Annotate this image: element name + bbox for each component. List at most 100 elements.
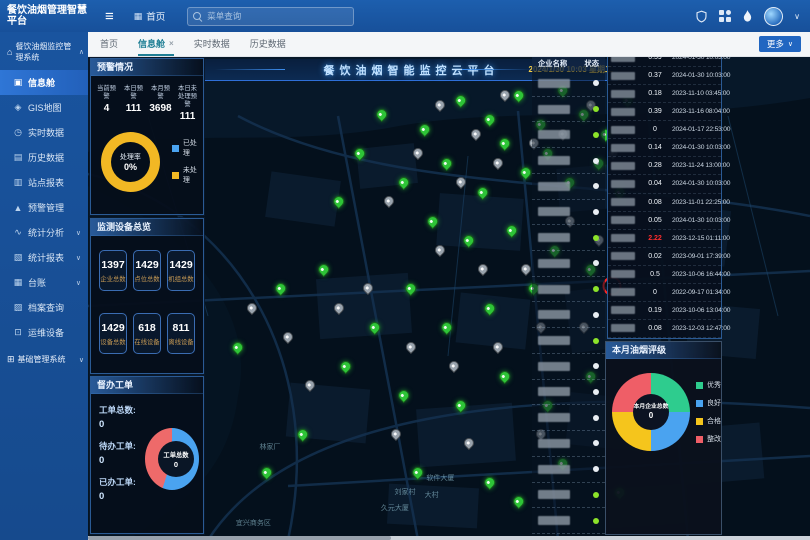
chevron-down-icon[interactable]: ∨ xyxy=(794,12,800,21)
sidebar-item-gis-map[interactable]: ◈ GIS地图 xyxy=(0,95,88,120)
workorder-stat-value: 0 xyxy=(99,419,145,430)
realtime-row[interactable]: 0.142024-01-30 10:03:00 xyxy=(608,139,721,157)
avatar[interactable] xyxy=(764,7,783,26)
flame-icon[interactable] xyxy=(742,10,753,23)
company-row[interactable] xyxy=(532,251,605,277)
realtime-row[interactable]: 0.022023-09-01 17:39:00 xyxy=(608,248,721,266)
more-button[interactable]: 更多 ∨ xyxy=(759,36,801,52)
realtime-row[interactable]: 0.392023-11-16 08:04:00 xyxy=(608,103,721,121)
redacted-company-name xyxy=(538,105,570,114)
sidebar-group-monitoring[interactable]: ⌂ 餐饮油烟监控管理系统 ∧ xyxy=(0,32,88,70)
company-row[interactable] xyxy=(532,277,605,303)
sidebar-item-realtime-data[interactable]: ◷实时数据 xyxy=(0,120,88,145)
reading-time: 2023-11-24 13:00:00 xyxy=(672,162,730,169)
apps-icon[interactable] xyxy=(719,10,731,22)
sidebar-item-label: 信息舱 xyxy=(28,76,55,89)
legend-item: 良好 xyxy=(696,398,721,408)
status-dot-off xyxy=(593,183,599,189)
home-icon: ⌂ xyxy=(7,47,12,57)
company-row[interactable] xyxy=(532,71,605,97)
tab-home[interactable]: 首页 xyxy=(100,32,118,56)
company-row[interactable] xyxy=(532,457,605,483)
workorder-stat-value: 0 xyxy=(99,491,145,502)
donut-center-label: 处理率 xyxy=(120,152,141,162)
realtime-row[interactable]: 0.052024-01-30 10:03:00 xyxy=(608,212,721,230)
company-row[interactable] xyxy=(532,405,605,431)
realtime-row[interactable]: 0.042024-01-30 10:03:00 xyxy=(608,175,721,193)
company-row[interactable] xyxy=(532,148,605,174)
company-row[interactable] xyxy=(532,354,605,380)
company-row[interactable] xyxy=(532,508,605,534)
company-row[interactable] xyxy=(532,200,605,226)
realtime-company-cell xyxy=(608,288,638,296)
company-row[interactable] xyxy=(532,302,605,328)
realtime-row[interactable]: 0.082023-12-03 12:47:00 xyxy=(608,320,721,338)
realtime-row[interactable]: 2.222023-12-15 01:11:00 xyxy=(608,230,721,248)
realtime-row[interactable]: 0.082023-11-01 22:25:00 xyxy=(608,194,721,212)
legend-swatch xyxy=(696,418,703,425)
legend-label: 未处理 xyxy=(183,165,203,185)
sidebar-item-stat-report[interactable]: ▧统计报表∨ xyxy=(0,245,88,270)
legend-label: 整改 xyxy=(707,434,721,444)
shield-icon[interactable] xyxy=(695,10,708,23)
sidebar-group-base-system[interactable]: ⊞ 基础管理系统 ∨ xyxy=(0,345,88,372)
reading-time: 2024-01-30 10:03:00 xyxy=(672,72,730,79)
sidebar-item-label: 站点报表 xyxy=(28,176,64,189)
tab-history-data[interactable]: 历史数据 xyxy=(250,32,286,56)
device-stat-value: 1429 xyxy=(134,259,160,271)
sidebar-item-archive-query[interactable]: ▨档案查询 xyxy=(0,295,88,320)
tab-realtime-data[interactable]: 实时数据 xyxy=(194,32,230,56)
sidebar-item-station-report[interactable]: ▥站点报表 xyxy=(0,170,88,195)
sidebar-item-warning-mgmt[interactable]: ▲预警管理 xyxy=(0,195,88,220)
grid-icon: ▦ xyxy=(134,11,143,22)
header-home-label: 首页 xyxy=(146,9,165,23)
sidebar-item-ops-device[interactable]: ⊡运维设备 xyxy=(0,320,88,345)
horizontal-scrollbar[interactable] xyxy=(88,536,810,540)
menu-search-input[interactable] xyxy=(205,10,348,22)
sidebar-item-label: GIS地图 xyxy=(28,101,62,114)
workorder-body: 工单总数:0待办工单:0已办工单:0 工单总数 0 xyxy=(91,394,203,512)
company-row[interactable] xyxy=(532,431,605,457)
sidebar-item-history-data[interactable]: ▤历史数据 xyxy=(0,145,88,170)
redacted-company-name xyxy=(538,387,570,396)
company-row[interactable] xyxy=(532,328,605,354)
company-row[interactable] xyxy=(532,122,605,148)
realtime-row[interactable]: 0.372024-01-30 10:03:00 xyxy=(608,67,721,85)
company-row[interactable] xyxy=(532,380,605,406)
stat-analysis-icon: ∿ xyxy=(13,227,23,238)
company-row[interactable] xyxy=(532,225,605,251)
tab-info-cabin[interactable]: 信息舱× xyxy=(138,32,174,56)
legend-label: 合格 xyxy=(707,416,721,426)
header-home-link[interactable]: ▦ 首页 xyxy=(134,9,166,23)
menu-search-box[interactable] xyxy=(187,7,354,26)
realtime-row[interactable]: 0.192023-10-06 13:04:00 xyxy=(608,302,721,320)
workorder-donut: 工单总数 0 xyxy=(145,428,199,490)
realtime-row[interactable]: 02024-01-17 22:53:00 xyxy=(608,121,721,139)
gis-map-icon: ◈ xyxy=(13,102,23,113)
redacted-company-name xyxy=(538,182,570,191)
chevron-down-icon: ∨ xyxy=(76,279,81,287)
donut-center-label: 本月企业总数 xyxy=(634,404,669,411)
redacted-company-name xyxy=(611,306,635,314)
realtime-row[interactable]: 0.282023-11-24 13:00:00 xyxy=(608,157,721,175)
tab-bar: 首页信息舱× 实时数据历史数据 更多 ∨ xyxy=(88,32,810,57)
realtime-row[interactable]: 02022-09-17 01:34:00 xyxy=(608,284,721,302)
realtime-row[interactable]: 0.52023-10-06 16:44:00 xyxy=(608,266,721,284)
process-rate-donut: 处理率 0% xyxy=(101,132,160,192)
sidebar-item-info-cabin[interactable]: ▣信息舱 xyxy=(0,70,88,95)
company-row[interactable] xyxy=(532,97,605,123)
sidebar-item-stat-analysis[interactable]: ∿统计分析∨ xyxy=(0,220,88,245)
company-row[interactable] xyxy=(532,483,605,509)
redacted-company-name xyxy=(538,233,570,242)
company-row[interactable] xyxy=(532,174,605,200)
realtime-company-cell xyxy=(608,72,638,80)
stat-report-icon: ▧ xyxy=(13,252,23,263)
donut-center-value: 0 xyxy=(649,411,653,420)
warning-stat-label: 本月预警 xyxy=(148,85,173,102)
realtime-row[interactable]: 0.182023-11-10 03:45:00 xyxy=(608,85,721,103)
hamburger-menu-icon[interactable]: ≡ xyxy=(105,8,114,25)
sidebar-item-ledger[interactable]: ▦台账∨ xyxy=(0,270,88,295)
concentration-value: 0.28 xyxy=(638,162,672,169)
realtime-company-cell xyxy=(608,324,638,332)
scrollbar-thumb[interactable] xyxy=(88,536,391,540)
